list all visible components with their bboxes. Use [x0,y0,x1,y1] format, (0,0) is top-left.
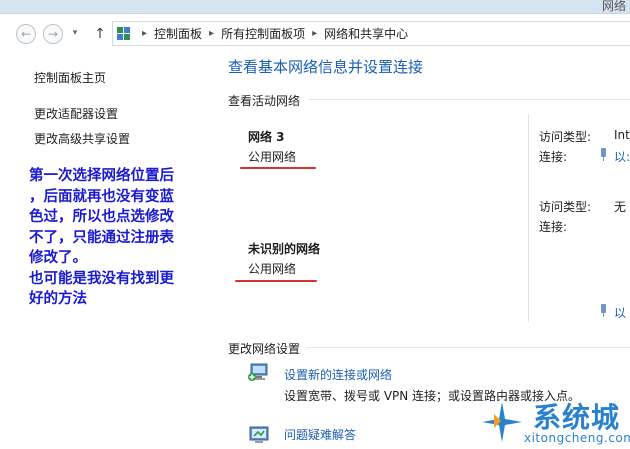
ethernet-connection-icon [600,304,607,317]
new-connection-icon [248,363,268,381]
network-1-name: 网络 3 [248,130,285,144]
network-1-type[interactable]: 公用网络 [248,148,296,165]
network-1-access-type-value: Int [614,128,630,142]
network-2-access-type-value: 无 [614,200,627,214]
network-2-connection-link[interactable]: 以 [614,304,626,321]
forward-button[interactable]: → [43,24,63,44]
sidebar-item-change-sharing[interactable]: 更改高级共享设置 [34,130,130,147]
breadcrumb-separator-icon: ▸ [209,28,215,39]
window-title: 网络 [601,0,626,13]
arrow-up-icon: ↑ [94,26,106,42]
column-divider [528,114,529,192]
network-1-connection-label: 连接: [539,150,568,164]
setup-connection-link[interactable]: 设置新的连接或网络 [284,366,392,383]
page-title: 查看基本网络信息并设置连接 [228,58,424,76]
network-2-access-type-label: 访问类型: [539,200,592,214]
network-1-connection-link[interactable]: 以: [614,148,630,165]
breadcrumb-separator-icon: ▸ [142,28,148,39]
chevron-down-icon: ▾ [72,28,78,38]
back-button[interactable]: ← [16,24,36,44]
network-2-name: 未识别的网络 [248,242,321,256]
breadcrumb-separator-icon: ▸ [312,28,318,39]
network-2-type[interactable]: 公用网络 [248,260,296,277]
network-2-connection-label: 连接: [539,220,568,234]
annotation-line: 第一次选择网络位置后 [29,167,174,184]
annotation-line: 也可能是我没有找到更 [29,269,174,287]
sidebar-control-panel-home[interactable]: 控制面板主页 [34,69,106,86]
annotation-note: 第一次选择网络位置后 ，后面就再也没有变蓝 色过，所以也点选修改 不了，只能通过… [29,166,219,310]
troubleshoot-icon [249,426,269,443]
active-networks-header: 查看活动网络 [228,94,301,108]
annotation-line: 修改了。 [29,249,87,266]
watermark-text: 系统城 [533,401,621,434]
highlight-underline [240,167,316,169]
annotation-line: 好的方法 [29,290,87,307]
up-button[interactable]: ↑ [92,24,108,44]
section-divider [306,347,630,348]
annotation-line: ，后面就再也没有变蓝 [29,187,174,205]
annotation-line: 不了，只能通过注册表 [29,228,174,246]
breadcrumb-all-items[interactable]: 所有控制面板项 [221,25,305,42]
annotation-line: 色过，所以也点选修改 [29,208,174,225]
watermark-url: xitongcheng.com [524,431,630,445]
control-panel-icon [117,26,131,41]
arrow-left-icon: ← [20,27,32,41]
ethernet-connection-icon [600,148,607,161]
address-bar[interactable]: ▸ 控制面板 ▸ 所有控制面板项 ▸ 网络和共享中心 [112,21,630,46]
window-titlebar: 网络 [0,0,630,14]
sidebar-item-change-adapter[interactable]: 更改适配器设置 [34,105,118,122]
breadcrumb-network-center[interactable]: 网络和共享中心 [324,25,408,42]
network-1-access-type-label: 访问类型: [539,130,592,144]
column-divider [528,192,529,322]
arrow-right-icon: → [47,27,59,41]
highlight-underline [235,280,317,282]
breadcrumb-control-panel[interactable]: 控制面板 [154,25,202,42]
troubleshoot-link[interactable]: 问题疑难解答 [284,426,356,443]
section-divider [308,99,630,100]
recent-locations-button[interactable]: ▾ [70,24,80,44]
change-settings-header: 更改网络设置 [228,342,301,356]
